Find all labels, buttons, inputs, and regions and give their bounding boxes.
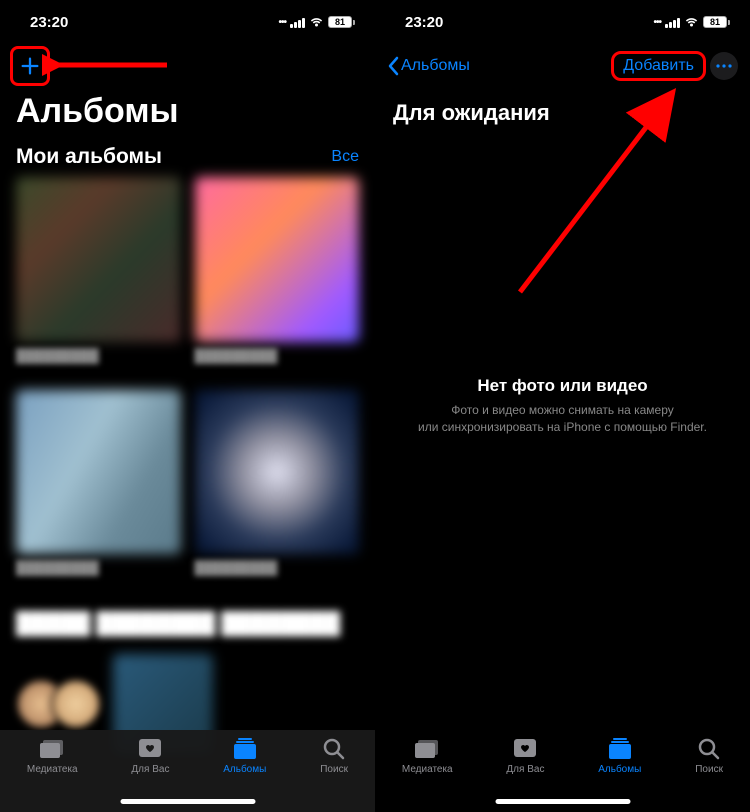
- albums-icon: [231, 736, 259, 762]
- empty-title: Нет фото или видео: [394, 376, 732, 396]
- wifi-icon: [309, 16, 324, 28]
- left-screen: 23:20 ••• 81 Альбомы Мои альбомы Все ███…: [0, 0, 375, 812]
- empty-state: Нет фото или видео Фото и видео можно сн…: [394, 376, 732, 436]
- chevron-left-icon: [387, 56, 399, 76]
- album-grid: █████████ █████████ █████████ █████████: [0, 177, 375, 588]
- heart-card-icon: [511, 736, 539, 762]
- status-bar: 23:20 ••• 81: [375, 0, 750, 44]
- library-icon: [413, 736, 441, 762]
- add-album-button[interactable]: [12, 48, 48, 84]
- avatar: [51, 679, 101, 729]
- wifi-icon: [684, 16, 699, 28]
- tab-library[interactable]: Медиатека: [27, 736, 78, 812]
- status-icons: ••• 81: [278, 16, 355, 28]
- status-time: 23:20: [30, 14, 68, 31]
- back-button[interactable]: Альбомы: [387, 56, 470, 76]
- tab-bar: Медиатека Для Вас Альбомы Поиск: [375, 730, 750, 812]
- annotation-highlight: [10, 46, 50, 86]
- page-title: Альбомы: [0, 88, 375, 141]
- nav-header: [0, 44, 375, 88]
- tab-search[interactable]: Поиск: [320, 736, 348, 812]
- album-item[interactable]: █████████: [195, 177, 360, 376]
- empty-subtitle-line2: или синхронизировать на iPhone с помощью…: [394, 419, 732, 436]
- more-button[interactable]: [710, 52, 738, 80]
- status-time: 23:20: [405, 14, 443, 31]
- signal-icon: [665, 16, 680, 28]
- album-item[interactable]: █████████: [16, 390, 181, 589]
- search-icon: [320, 736, 348, 762]
- home-indicator[interactable]: [120, 799, 255, 804]
- search-icon: [695, 736, 723, 762]
- album-item[interactable]: █████████: [195, 390, 360, 589]
- empty-subtitle-line1: Фото и видео можно снимать на камеру: [394, 402, 732, 419]
- signal-icon: [290, 16, 305, 28]
- annotation-highlight: [611, 51, 706, 81]
- shared-section-title: █████ ████████ ████████: [0, 588, 375, 640]
- library-icon: [38, 736, 66, 762]
- tab-library[interactable]: Медиатека: [402, 736, 453, 812]
- albums-icon: [606, 736, 634, 762]
- section-title: Мои альбомы: [16, 145, 162, 169]
- status-icons: ••• 81: [653, 16, 730, 28]
- ellipsis-icon: [716, 64, 732, 68]
- status-bar: 23:20 ••• 81: [0, 0, 375, 44]
- home-indicator[interactable]: [495, 799, 630, 804]
- see-all-link[interactable]: Все: [331, 148, 359, 166]
- tab-search[interactable]: Поиск: [695, 736, 723, 812]
- album-title: Для ожидания: [375, 88, 750, 138]
- section-header: Мои альбомы Все: [0, 141, 375, 177]
- heart-card-icon: [136, 736, 164, 762]
- album-item[interactable]: █████████: [16, 177, 181, 376]
- right-screen: 23:20 ••• 81 Альбомы Добавить Для ожида: [375, 0, 750, 812]
- tab-bar: Медиатека Для Вас Альбомы Поиск: [0, 730, 375, 812]
- battery-icon: 81: [703, 16, 730, 28]
- nav-header: Альбомы Добавить: [375, 44, 750, 88]
- battery-icon: 81: [328, 16, 355, 28]
